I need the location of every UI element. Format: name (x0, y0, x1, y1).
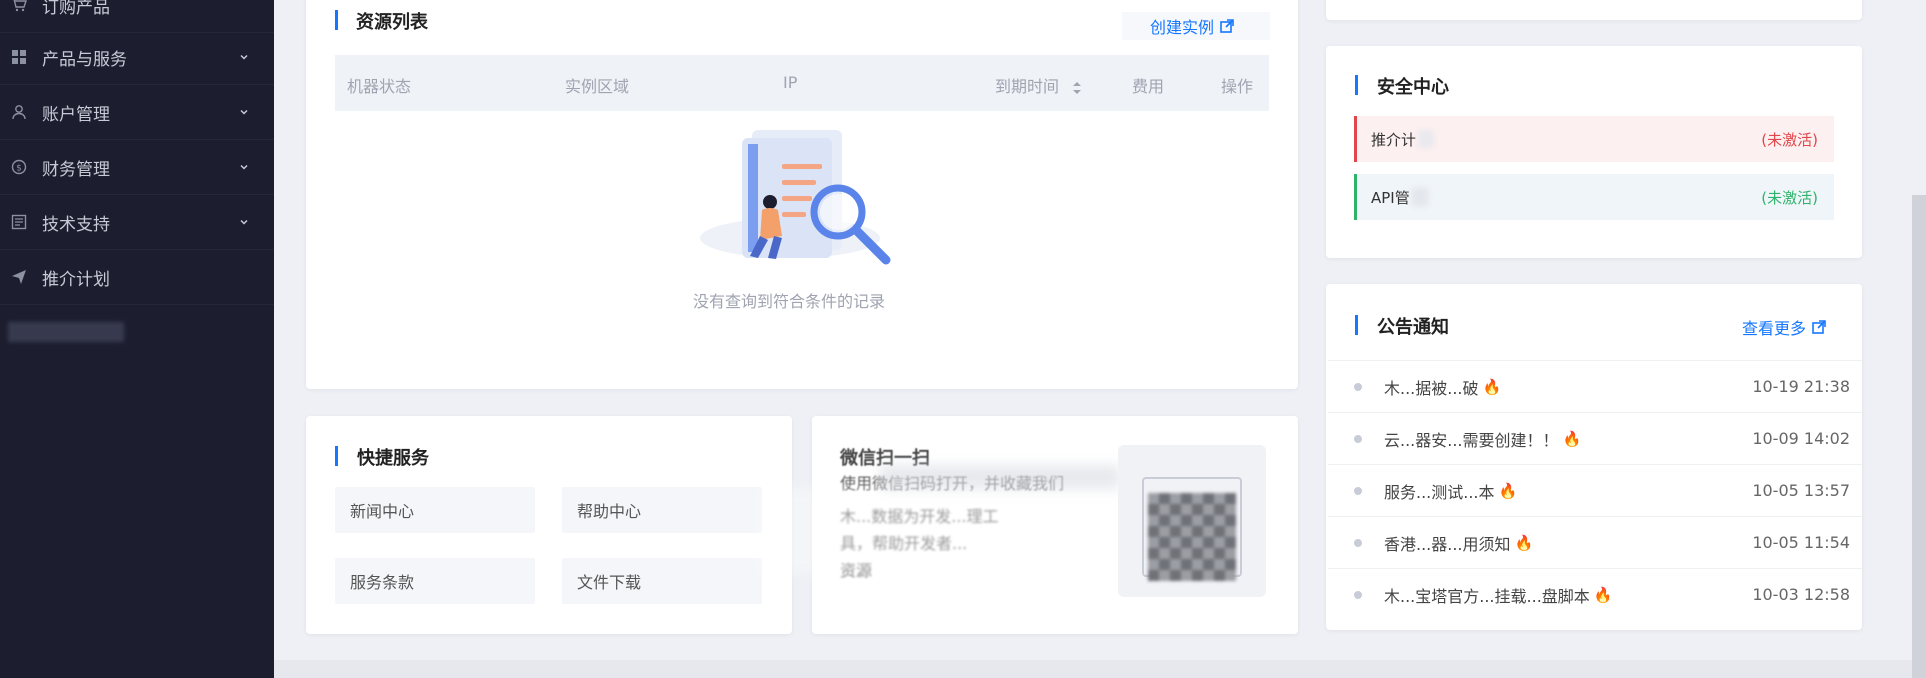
send-icon (10, 268, 28, 286)
qr-code-icon (1148, 493, 1236, 581)
fire-icon: 🔥 (1482, 377, 1502, 396)
view-more-link[interactable]: 查看更多 (1742, 315, 1826, 339)
sidebar-item-tech-support[interactable]: 技术支持 (0, 195, 274, 250)
footer-bar (274, 660, 1926, 678)
notice-title: 木...据被...破 (1384, 378, 1479, 398)
user-icon (10, 103, 28, 121)
sidebar-item-label: 财务管理 (42, 159, 110, 180)
title-accent (1355, 315, 1358, 335)
fire-icon: 🔥 (1562, 429, 1582, 448)
security-center-title: 安全中心 (1377, 77, 1449, 98)
sidebar-item-label: 订购产品 (42, 0, 110, 18)
create-instance-label: 创建实例 (1150, 18, 1215, 37)
document-icon (10, 213, 28, 231)
resource-list-title: 资源列表 (356, 12, 428, 33)
sidebar-item-products-services[interactable]: 产品与服务 (0, 30, 274, 85)
bullet-dot (1354, 590, 1362, 599)
redacted-text (1411, 188, 1428, 206)
cart-icon (10, 0, 28, 14)
empty-state-text: 没有查询到符合条件的记录 (693, 292, 886, 311)
notices-title: 公告通知 (1377, 317, 1449, 338)
help-center-button[interactable]: 帮助中心 (562, 487, 762, 533)
sidebar-item-label: 技术支持 (42, 214, 110, 235)
sidebar-item-label: 账户管理 (42, 104, 110, 125)
external-link-icon (1812, 320, 1826, 334)
redacted-text (1418, 130, 1435, 148)
column-expire-time[interactable]: 到期时间 (995, 73, 1082, 97)
empty-state-illustration (700, 130, 891, 265)
sidebar-item-label: 推介计划 (42, 269, 110, 290)
column-actions: 操作 (1221, 77, 1254, 96)
column-ip: IP (783, 73, 798, 92)
sidebar: 订购产品 产品与服务 账户管理 $ 财务管理 技术支持 推介计划 (0, 0, 274, 678)
notice-item[interactable]: 服务...测试...本 🔥 10-05 13:57 (1328, 464, 1862, 516)
create-instance-link[interactable]: 创建实例 (1122, 12, 1270, 40)
security-row-label: 推介计 (1371, 130, 1417, 149)
fire-icon: 🔥 (1514, 533, 1534, 552)
notice-title: 服务...测试...本 (1384, 482, 1495, 502)
sidebar-item-account[interactable]: 账户管理 (0, 85, 274, 140)
notice-title: 云...器安...需要创建！！ (1384, 430, 1559, 450)
resource-table-header: 机器状态 实例区域 IP 到期时间 费用 操作 (335, 55, 1269, 111)
quick-services-title: 快捷服务 (357, 448, 429, 469)
notice-date: 10-09 14:02 (1752, 429, 1850, 448)
sort-icon[interactable] (1072, 80, 1082, 96)
scrollbar[interactable] (1912, 195, 1926, 678)
column-region: 实例区域 (565, 77, 630, 96)
notice-date: 10-03 12:58 (1752, 585, 1850, 604)
security-row-label: API管 (1371, 188, 1410, 207)
column-fee: 费用 (1132, 77, 1165, 96)
news-center-button[interactable]: 新闻中心 (335, 487, 535, 533)
notice-item[interactable]: 木...据被...破 🔥 10-19 21:38 (1328, 360, 1862, 412)
security-row-api[interactable]: API管 (未激活) (1354, 174, 1834, 220)
redaction-overlay (760, 488, 1140, 574)
grid-icon (10, 48, 28, 66)
bullet-dot (1354, 382, 1362, 391)
notice-title: 香港...器...用须知 (1384, 534, 1511, 554)
dollar-icon: $ (10, 158, 28, 176)
fire-icon: 🔥 (1498, 481, 1518, 500)
notice-title: 木...宝塔官方...挂载...盘脚本 (1384, 586, 1590, 606)
chevron-down-icon (240, 219, 248, 225)
security-row-referral[interactable]: 推介计 (未激活) (1354, 116, 1834, 162)
title-accent (335, 10, 338, 30)
title-accent (1355, 75, 1358, 95)
security-status-badge: (未激活) (1761, 188, 1818, 207)
bullet-dot (1354, 538, 1362, 547)
top-right-card (1326, 0, 1862, 20)
notice-item[interactable]: 香港...器...用须知 🔥 10-05 11:54 (1328, 516, 1862, 568)
fire-icon: 🔥 (1593, 585, 1613, 604)
external-link-icon (1220, 19, 1234, 33)
file-download-button[interactable]: 文件下载 (562, 558, 762, 604)
column-machine-status: 机器状态 (347, 77, 412, 96)
sidebar-item-label: 产品与服务 (42, 49, 127, 70)
column-expire-time-label: 到期时间 (995, 77, 1060, 96)
bullet-dot (1354, 486, 1362, 495)
sidebar-item-order-products[interactable]: 订购产品 (0, 0, 274, 33)
notice-item[interactable]: 木...宝塔官方...挂载...盘脚本 🔥 10-03 12:58 (1328, 568, 1862, 620)
redacted-item (8, 322, 124, 342)
security-status-badge: (未激活) (1761, 130, 1818, 149)
chevron-down-icon (240, 109, 248, 115)
notice-date: 10-05 13:57 (1752, 481, 1850, 500)
view-more-label: 查看更多 (1742, 319, 1807, 338)
chevron-down-icon (240, 54, 248, 60)
terms-button[interactable]: 服务条款 (335, 558, 535, 604)
sidebar-item-referral[interactable]: 推介计划 (0, 250, 274, 305)
bullet-dot (1354, 434, 1362, 443)
sidebar-item-finance[interactable]: $ 财务管理 (0, 140, 274, 195)
notice-item[interactable]: 云...器安...需要创建！！ 🔥 10-09 14:02 (1328, 412, 1862, 464)
svg-text:$: $ (16, 164, 22, 174)
phone-frame (1118, 445, 1266, 597)
notice-date: 10-19 21:38 (1752, 377, 1850, 396)
notice-date: 10-05 11:54 (1752, 533, 1850, 552)
title-accent (335, 446, 338, 466)
chevron-down-icon (240, 164, 248, 170)
